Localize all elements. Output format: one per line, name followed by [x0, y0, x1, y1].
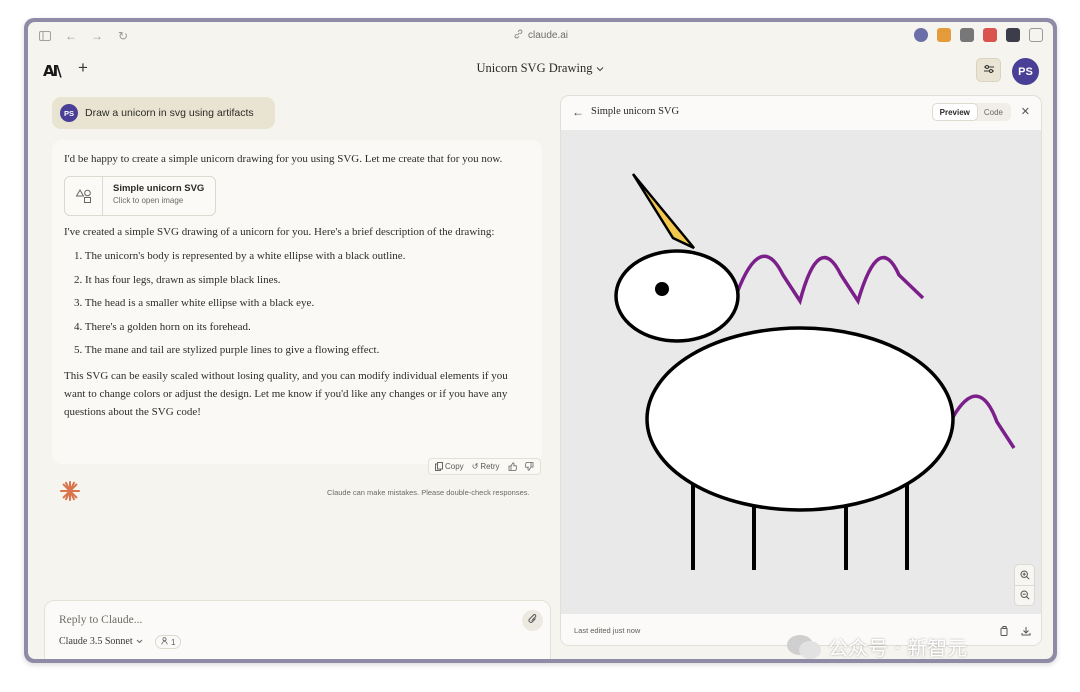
thumbs-up-icon[interactable]: [508, 462, 517, 471]
model-name: Claude 3.5 Sonnet: [59, 636, 133, 647]
zoom-controls: [1014, 564, 1035, 606]
unicorn-mane: [735, 254, 925, 306]
boat-extension-icon[interactable]: [983, 28, 997, 42]
retry-icon: ↺: [471, 462, 479, 471]
conversation-title-text: Unicorn SVG Drawing: [476, 61, 593, 75]
copy-button[interactable]: Copy: [435, 462, 464, 471]
unicorn-horn: [631, 173, 695, 250]
unicorn-body: [645, 326, 955, 512]
new-chat-button[interactable]: +: [78, 58, 88, 78]
unicorn-tail: [951, 394, 1016, 449]
tab-code[interactable]: Code: [977, 104, 1010, 120]
artifact-panel-title: Simple unicorn SVG: [591, 106, 680, 117]
model-selector[interactable]: Claude 3.5 Sonnet: [59, 636, 143, 647]
list-item: 5. The mane and tail are stylized purple…: [74, 344, 380, 356]
zoom-in-icon[interactable]: [1015, 565, 1034, 585]
conversation-title[interactable]: Unicorn SVG Drawing: [477, 61, 605, 76]
attachment-count: 1: [171, 637, 176, 647]
wechat-logo-icon: [786, 633, 822, 661]
list-item: 2. It has four legs, drawn as simple bla…: [74, 273, 281, 286]
attachment-count-badge[interactable]: 1: [155, 635, 182, 649]
zoom-out-icon[interactable]: [1015, 584, 1034, 606]
unicorn-drawing: [614, 173, 1016, 570]
url-text: claude.ai: [527, 30, 569, 41]
unicorn-eye: [655, 282, 669, 296]
user-message-text: Draw a unicorn in svg using artifacts: [85, 107, 254, 119]
artifact-card-subtitle: Click to open image: [113, 196, 184, 205]
browser-frame: ← → ↻ claude.ai AI\ + Unicorn SVG Drawin…: [24, 18, 1057, 663]
sliders-icon: [983, 61, 995, 79]
artifact-preview-canvas: [561, 130, 1041, 616]
artifact-panel: ← Simple unicorn SVG Preview Code ✕ Last…: [560, 95, 1042, 646]
anthropic-logo[interactable]: AI\: [43, 62, 62, 80]
message-actions: Copy ↺ Retry: [428, 458, 541, 475]
assistant-outro: This SVG can be easily scaled without lo…: [64, 369, 508, 418]
user-avatar[interactable]: PS: [1012, 58, 1039, 85]
paperclip-icon: [528, 612, 538, 630]
person-icon: [161, 637, 168, 647]
last-edited-text: Last edited just now: [574, 626, 641, 635]
back-arrow-icon[interactable]: ←: [572, 105, 584, 119]
copy-icon[interactable]: [1000, 623, 1009, 641]
download-icon[interactable]: [1021, 623, 1031, 641]
user-message-avatar: PS: [60, 104, 78, 122]
description-list: 1. The unicorn's body is represented by …: [64, 245, 530, 363]
link-icon: [513, 29, 523, 42]
list-item: 4. There's a golden horn on its forehead…: [74, 320, 251, 333]
sidebar-icon[interactable]: [38, 29, 52, 43]
app-header: AI\ + Unicorn SVG Drawing PS: [28, 50, 1053, 92]
view-toggle: Preview Code: [931, 103, 1011, 121]
book-extension-icon[interactable]: [960, 28, 974, 42]
browser-toolbar: ← → ↻ claude.ai: [28, 22, 1053, 50]
close-icon[interactable]: ✕: [1021, 105, 1030, 118]
tab-preview[interactable]: Preview: [932, 104, 977, 120]
reply-input-container[interactable]: Reply to Claude... Claude 3.5 Sonnet 1: [44, 600, 551, 659]
watermark: 公众号 · 新智元: [786, 632, 967, 661]
fox-extension-icon[interactable]: [937, 28, 951, 42]
list-item: 1. The unicorn's body is represented by …: [74, 250, 406, 262]
chevron-down-icon: [136, 636, 143, 647]
browser-window: ← → ↻ claude.ai AI\ + Unicorn SVG Drawin…: [28, 22, 1053, 659]
assistant-intro: I'd be happy to create a simple unicorn …: [64, 153, 503, 165]
retry-label: Retry: [480, 462, 500, 471]
download-icon[interactable]: [914, 28, 928, 42]
address-bar[interactable]: claude.ai: [513, 29, 568, 42]
shapes-icon: [65, 177, 103, 215]
extension-icons: [914, 28, 1043, 42]
copy-icon: [435, 462, 443, 471]
forward-icon[interactable]: →: [90, 29, 104, 43]
disclaimer-text: Claude can make mistakes. Please double-…: [327, 488, 530, 497]
retry-button[interactable]: ↺ Retry: [472, 462, 500, 471]
user-message: PS Draw a unicorn in svg using artifacts: [52, 97, 275, 129]
artifact-card-title: Simple unicorn SVG: [113, 183, 205, 194]
list-item: 3. The head is a smaller white ellipse w…: [74, 297, 315, 309]
reload-icon[interactable]: ↻: [116, 29, 130, 43]
unicorn-head: [614, 249, 740, 343]
back-icon[interactable]: ←: [64, 29, 78, 43]
claude-spark-icon: [59, 480, 81, 507]
assistant-description-intro: I've created a simple SVG drawing of a u…: [64, 226, 495, 238]
watermark-text: 公众号 · 新智元: [828, 636, 968, 660]
artifact-panel-header: ← Simple unicorn SVG Preview Code ✕: [561, 96, 1041, 130]
settings-button[interactable]: [976, 58, 1001, 82]
chevron-down-icon: [596, 61, 604, 76]
artifact-card[interactable]: Simple unicorn SVG Click to open image: [64, 176, 216, 216]
reply-input[interactable]: Reply to Claude...: [59, 614, 142, 626]
sidebar-toggle-icon[interactable]: [1029, 28, 1043, 42]
thumbs-down-icon[interactable]: [524, 462, 534, 471]
attach-button[interactable]: [522, 610, 543, 631]
copy-label: Copy: [445, 462, 464, 471]
dark-extension-icon[interactable]: [1006, 28, 1020, 42]
assistant-message: I'd be happy to create a simple unicorn …: [52, 140, 542, 464]
